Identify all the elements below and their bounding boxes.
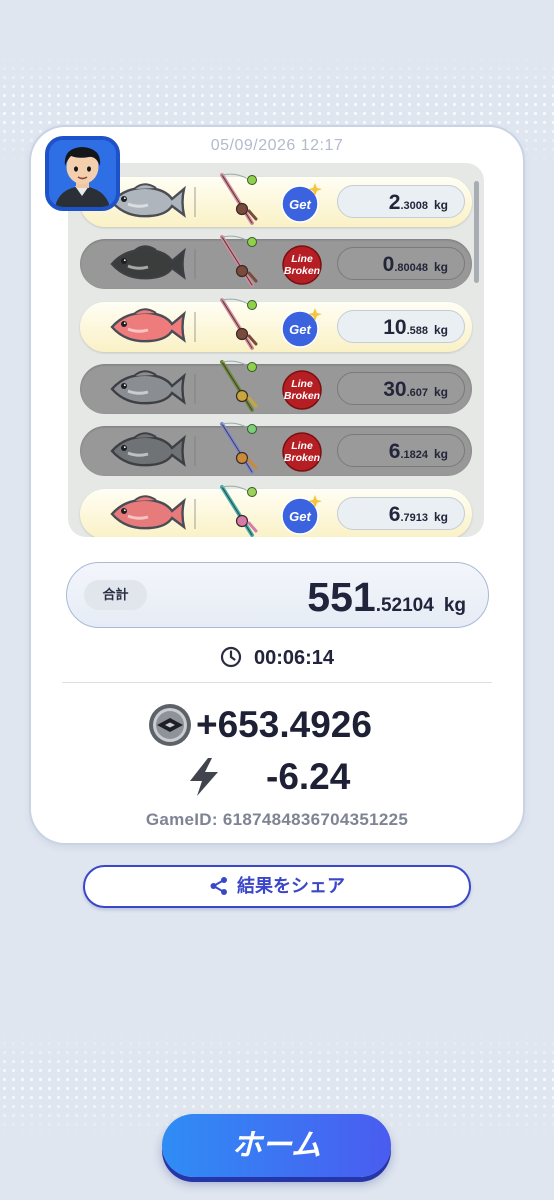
energy-change-value: -6.24 (266, 756, 351, 797)
row-divider (194, 436, 196, 466)
catch-row: Get 10.588 kg (80, 298, 472, 352)
lightning-icon (190, 758, 218, 796)
catch-weight-decimal: .3008 (400, 200, 428, 212)
catch-weight-decimal: .588 (406, 325, 428, 337)
catch-weight-integer: 6 (388, 440, 401, 463)
pink-rod-icon (216, 171, 264, 229)
total-weight: 551.52104 kg (307, 574, 466, 621)
coin-icon (149, 704, 191, 746)
row-divider (194, 312, 196, 342)
catch-weight: 30.607 kg (337, 372, 465, 405)
catch-weight-decimal: .80048 (394, 262, 428, 274)
game-id: GameID: 6187484836704351225 (145, 810, 409, 829)
grouper-icon (104, 364, 186, 414)
svg-text:Broken: Broken (284, 452, 320, 464)
share-icon (210, 877, 227, 895)
get-badge: Get (280, 306, 324, 350)
catch-list[interactable]: Get 2.3008 kg Line Broken 0.80048 kg Get 10.588 k… (68, 163, 484, 537)
catch-weight-decimal: .7913 (400, 512, 428, 524)
row-divider (194, 187, 196, 217)
catch-weight-integer: 2 (388, 191, 401, 214)
total-weight-decimal: .52104 (375, 595, 434, 616)
svg-text:Get: Get (289, 197, 311, 212)
catch-row: Line Broken 0.80048 kg (80, 235, 472, 289)
catch-weight-unit: kg (433, 260, 448, 274)
svg-text:Get: Get (289, 322, 311, 337)
get-badge: Get (280, 493, 324, 537)
svg-text:Line: Line (291, 378, 313, 390)
catch-row: Line Broken 6.1824 kg (80, 422, 472, 476)
catch-weight-decimal: .1824 (400, 449, 428, 461)
row-divider (194, 499, 196, 529)
coin-reward: +653.4926 (148, 703, 372, 749)
elapsed-time-value: 00:06:14 (253, 647, 335, 669)
catch-weight-decimal: .607 (406, 387, 428, 399)
catch-weight-unit: kg (433, 323, 448, 337)
line-broken-badge: Line Broken (280, 430, 324, 474)
catch-weight-unit: kg (433, 447, 448, 461)
get-badge: Get (280, 181, 324, 225)
svg-text:Broken: Broken (284, 265, 320, 277)
catch-weight: 2.3008 kg (337, 185, 465, 218)
red-snapper-icon (104, 302, 186, 352)
catch-weight-integer: 6 (388, 503, 401, 526)
total-label: 合計 (84, 580, 147, 610)
catch-weight: 10.588 kg (337, 310, 465, 343)
home-button-label: ホーム (231, 1129, 322, 1162)
pink-rod-icon (216, 233, 264, 291)
catch-list-scrollbar[interactable] (474, 181, 479, 283)
catch-weight-integer: 30 (383, 378, 407, 401)
catch-weight-unit: kg (433, 385, 448, 399)
clock-icon (220, 646, 242, 668)
red-rockfish-icon (104, 489, 186, 537)
striped-fish-icon (104, 426, 186, 476)
line-broken-badge: Line Broken (280, 243, 324, 287)
coin-reward-value: +653.4926 (196, 704, 372, 745)
catch-weight: 6.7913 kg (337, 497, 465, 530)
catch-weight-unit: kg (433, 510, 448, 524)
teal-rod-icon (216, 483, 264, 537)
blue-rod-icon (216, 420, 264, 478)
home-button[interactable]: ホーム (162, 1114, 391, 1177)
catch-row: Line Broken 30.607 kg (80, 360, 472, 414)
svg-text:Get: Get (289, 509, 311, 524)
row-divider (194, 374, 196, 404)
section-divider (62, 682, 492, 683)
total-weight-integer: 551 (307, 574, 376, 620)
player-avatar[interactable] (45, 136, 120, 211)
total-weight-panel: 合計 551.52104 kg (66, 562, 489, 628)
line-broken-badge: Line Broken (280, 368, 324, 412)
svg-text:Line: Line (291, 253, 313, 265)
pink-rod-icon (216, 296, 264, 354)
elapsed-time: 00:06:14 (0, 646, 554, 672)
catch-row: Get 2.3008 kg (80, 173, 472, 227)
catch-weight: 0.80048 kg (337, 247, 465, 280)
catch-weight-integer: 0 (382, 253, 395, 276)
svg-text:Line: Line (291, 440, 313, 452)
catch-weight-unit: kg (433, 198, 448, 212)
row-divider (194, 249, 196, 279)
catch-weight-integer: 10 (383, 316, 407, 339)
green-rod-icon (216, 358, 264, 416)
catch-weight: 6.1824 kg (337, 434, 465, 467)
share-result-button[interactable]: 結果をシェア (83, 865, 471, 908)
total-weight-unit: kg (443, 595, 466, 616)
dark-fish-icon (104, 239, 186, 289)
energy-change: -6.24 (186, 756, 350, 800)
share-result-label: 結果をシェア (237, 876, 345, 896)
svg-text:Broken: Broken (284, 390, 320, 402)
catch-row: Get 6.7913 kg (80, 485, 472, 537)
